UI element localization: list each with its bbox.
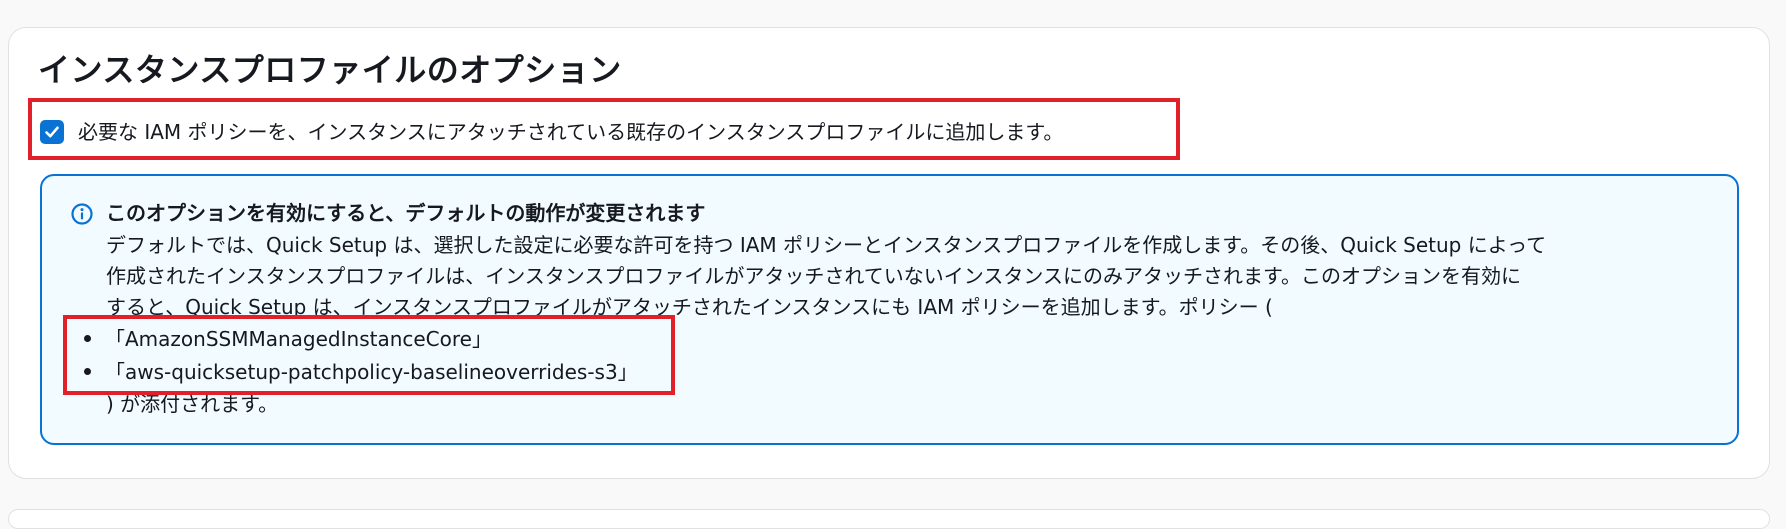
alert-body-line: デフォルトでは、Quick Setup は、選択した設定に必要な許可を持つ IA…: [106, 233, 1547, 257]
info-icon: [71, 203, 93, 225]
section-title: インスタンスプロファイルのオプション: [38, 51, 622, 89]
alert-body-line: 作成されたインスタンスプロファイルは、インスタンスプロファイルがアタッチされてい…: [106, 264, 1521, 288]
checkbox-highlight-box: [28, 98, 1180, 160]
policy-list-highlight-box: [63, 315, 675, 395]
alert-header: このオプションを有効にすると、デフォルトの動作が変更されます: [106, 201, 706, 225]
next-panel: [8, 509, 1770, 529]
